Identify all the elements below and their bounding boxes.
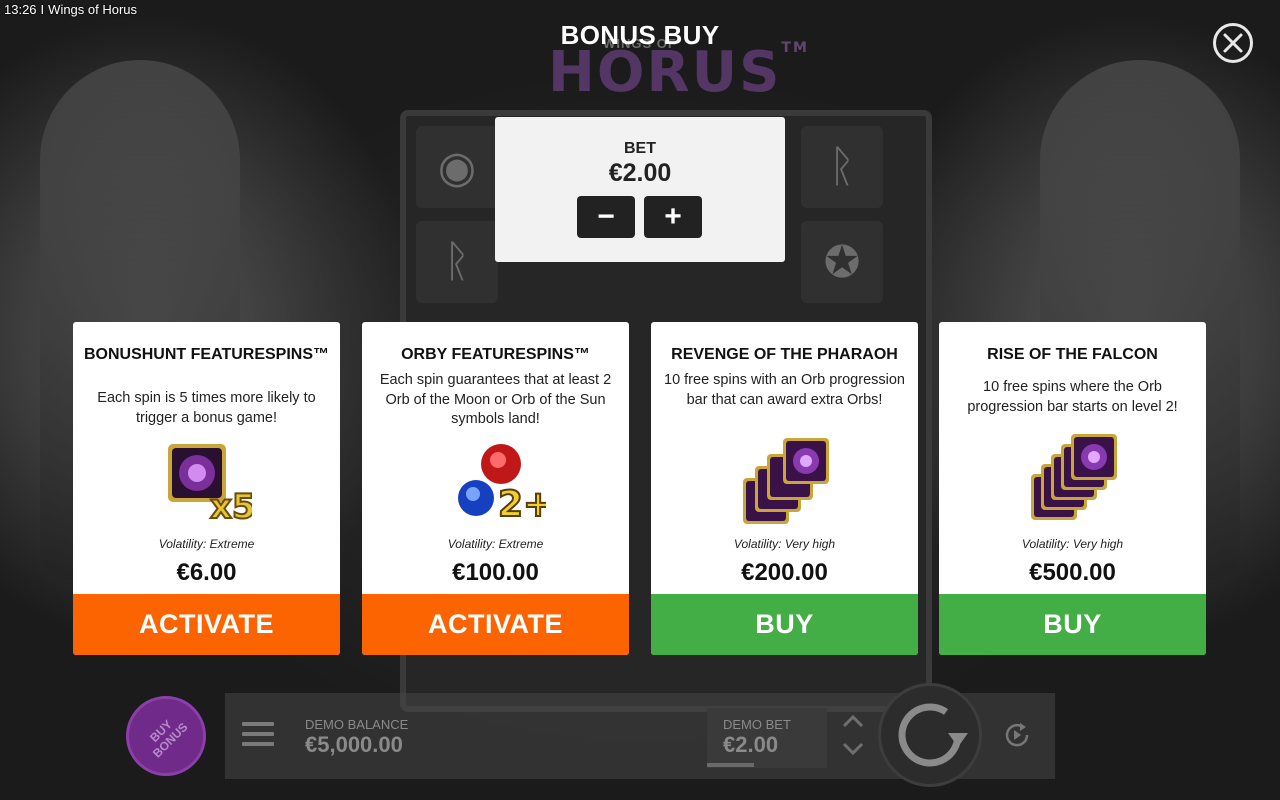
bonus-card-orby: ORBY FEATURESPINS™ Each spin guarantees …	[362, 322, 629, 655]
card-volatility: Volatility: Extreme	[447, 537, 544, 551]
demo-bet-value: €2.00	[723, 732, 779, 757]
demo-bet-label: DEMO BET	[723, 717, 791, 732]
menu-icon[interactable]	[242, 722, 274, 750]
free-spins-stack-icon	[939, 432, 1206, 520]
card-description: Each spin guarantees that at least 2 Orb…	[379, 372, 612, 427]
reel-symbol-rune-icon: ᚱ	[801, 126, 883, 208]
card-price: €6.00	[176, 559, 237, 586]
buy-bonus-button[interactable]: BUY BONUS	[126, 696, 206, 776]
reel-symbol-scarab-icon: ✪	[801, 221, 883, 303]
bet-value: €2.00	[608, 159, 672, 187]
activate-button[interactable]: ACTIVATE	[362, 594, 629, 655]
modal-title: BONUS BUY	[560, 20, 720, 50]
increase-bet-button[interactable]: +	[644, 196, 702, 238]
bonus-symbol-x5-icon: x5	[73, 440, 340, 528]
autoplay-icon[interactable]	[1000, 718, 1034, 752]
activate-button[interactable]: ACTIVATE	[73, 594, 340, 655]
card-title: RISE OF THE FALCON	[987, 346, 1158, 363]
bet-up-arrow-icon[interactable]	[840, 712, 866, 730]
reel-symbol-rune-icon: ᚱ	[416, 221, 498, 303]
card-description: 10 free spins with an Orb progression ba…	[664, 372, 905, 408]
card-volatility: Volatility: Very high	[1021, 537, 1124, 551]
spin-arrow-icon	[898, 703, 968, 767]
bet-label: BET	[624, 140, 656, 157]
buy-button[interactable]: BUY	[939, 594, 1206, 655]
card-volatility: Volatility: Extreme	[158, 537, 255, 551]
card-price: €200.00	[741, 559, 828, 586]
svg-text:x5: x5	[210, 487, 252, 527]
orb-2plus-icon: 2+	[362, 440, 629, 528]
clock: 13:26	[4, 2, 37, 17]
svg-text:2+: 2+	[498, 484, 546, 525]
bonus-card-revenge-of-the-pharaoh: REVENGE OF THE PHARAOH 10 free spins wit…	[651, 322, 918, 655]
balance-value: €5,000.00	[305, 732, 403, 757]
spin-button[interactable]	[878, 683, 982, 787]
card-title: REVENGE OF THE PHARAOH	[671, 346, 898, 363]
card-title: BONUSHUNT FEATURESPINS™	[83, 346, 330, 363]
status-bar: 13:26 I Wings of Horus	[4, 2, 137, 17]
status-separator: I	[40, 2, 45, 17]
bet-level-bar	[707, 763, 754, 767]
buy-bonus-label: BUY BONUS	[147, 717, 191, 761]
decrease-bet-button[interactable]: −	[577, 196, 635, 238]
card-price: €100.00	[452, 559, 539, 586]
app-title: Wings of Horus	[48, 2, 138, 17]
card-volatility: Volatility: Very high	[733, 537, 836, 551]
bet-panel: BET €2.00 − +	[495, 117, 785, 262]
close-icon	[1223, 33, 1243, 53]
bet-down-arrow-icon[interactable]	[840, 740, 866, 758]
card-title: ORBY FEATURESPINS™	[401, 346, 590, 363]
reel-symbol-eye-icon: ◉	[416, 126, 498, 208]
balance-label: DEMO BALANCE	[305, 717, 409, 732]
free-spins-stack-icon	[651, 434, 918, 524]
card-price: €500.00	[1029, 559, 1116, 586]
card-description: Each spin is 5 times more likely to trig…	[97, 390, 316, 426]
bonus-card-bonushunt: BONUSHUNT FEATURESPINS™ Each spin is 5 t…	[73, 322, 340, 655]
bonus-card-rise-of-the-falcon: RISE OF THE FALCON 10 free spins where t…	[939, 322, 1206, 655]
card-description: 10 free spins where the Orb progression …	[967, 379, 1178, 415]
buy-button[interactable]: BUY	[651, 594, 918, 655]
close-button[interactable]	[1213, 23, 1253, 63]
